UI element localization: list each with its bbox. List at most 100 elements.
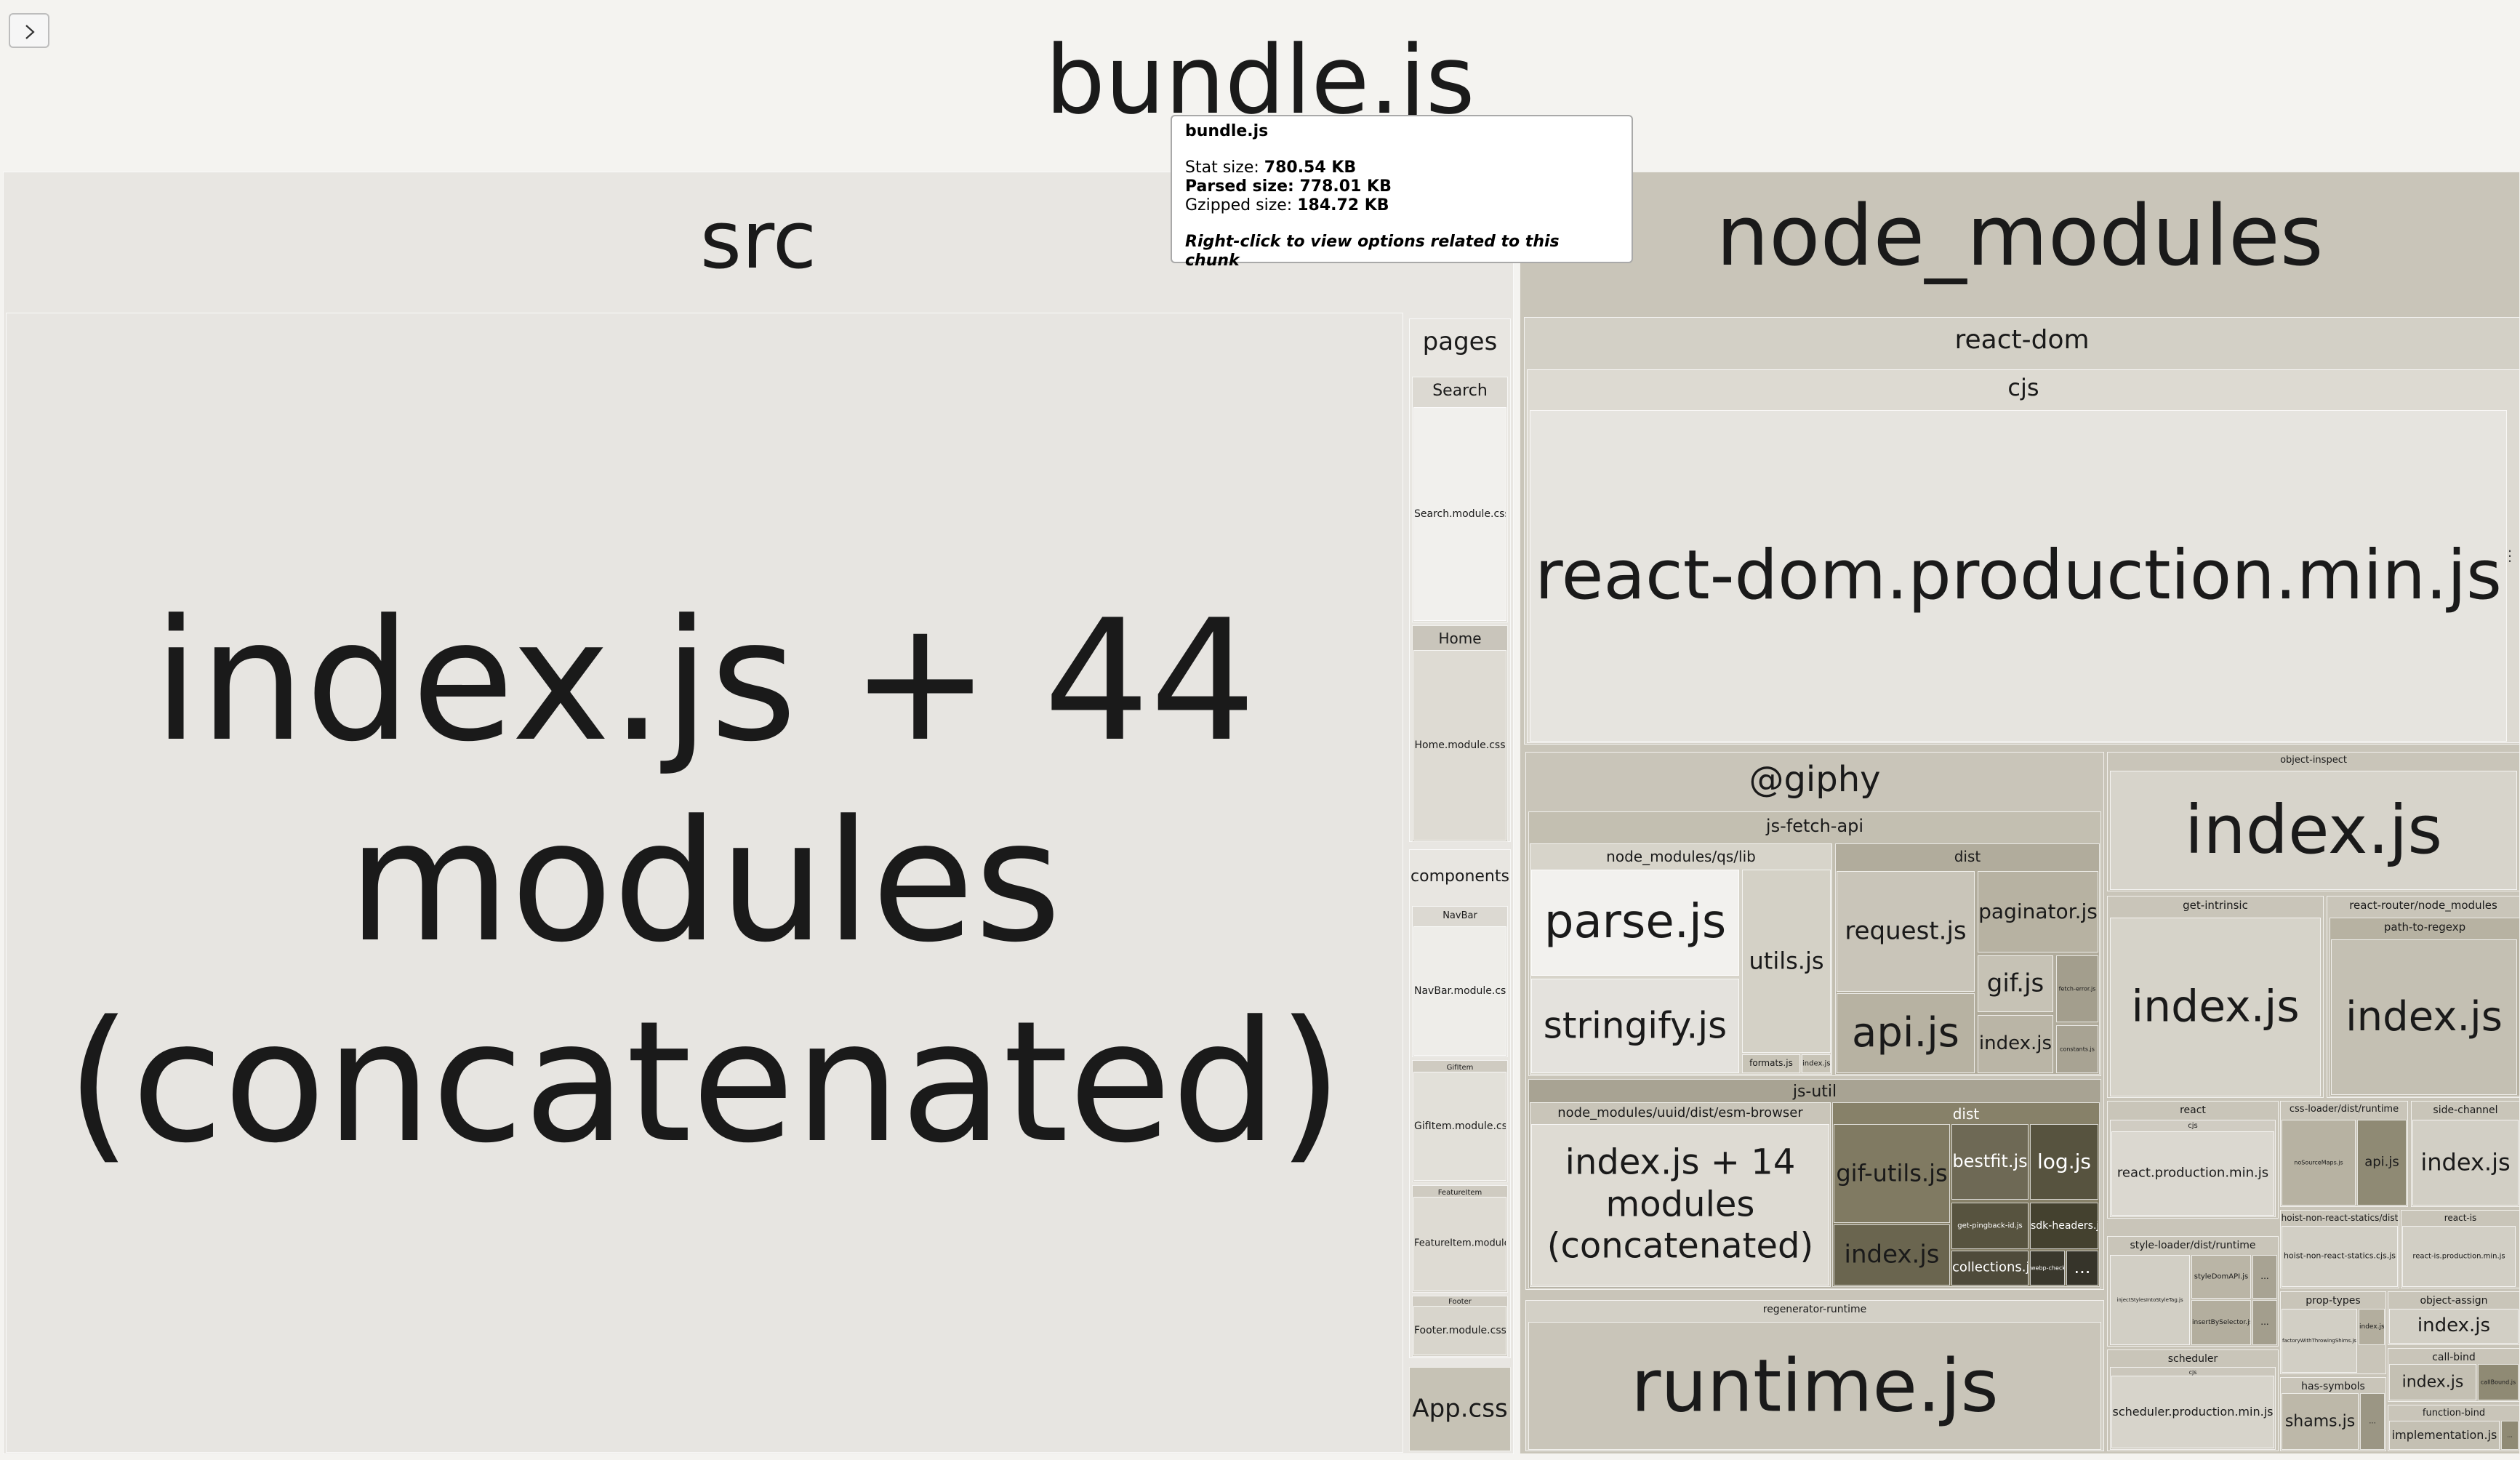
treemap-tile-label: implementation.js [2391,1427,2497,1442]
treemap-tile-dist1-index[interactable]: index.js [1978,1015,2053,1073]
treemap-tile-hnrs-file[interactable]: hoist-non-react-statics.cjs.js [2282,1226,2398,1287]
treemap-tile-label: react.production.min.js [2116,1165,2269,1181]
treemap-tile-featureitem-css[interactable]: FeatureItem.module.css [1413,1197,1506,1291]
treemap-tile-request[interactable]: request.js [1837,871,1975,992]
treemap-tile-no-source-maps[interactable]: noSourceMaps.js [2282,1120,2356,1206]
treemap-tile-label: formats.js [1749,1058,1793,1069]
treemap-tile-webp-check[interactable]: webp-check.js [2030,1251,2065,1285]
treemap-tile-stringify[interactable]: stringify.js [1531,979,1739,1073]
tooltip-hint: Right-click to view options related to t… [1185,233,1560,270]
treemap-tile-ptr-index[interactable]: index.js [2331,939,2517,1095]
treemap-tile-label: index.js [1802,1059,1831,1068]
treemap-tile-label: parse.js [1544,895,1727,950]
treemap-tile-label: ... [2260,1271,2269,1282]
treemap-tile-label: ... [2260,1317,2269,1328]
treemap-tile-label: GifItem [1446,1064,1474,1072]
treemap-tile-home-css[interactable]: Home.module.css [1413,650,1506,841]
sidebar-toggle-button[interactable] [9,13,49,48]
treemap-tile-sl-more2[interactable]: ... [2252,1300,2277,1345]
treemap-tile-label: node_modules/qs/lib [1606,848,1756,865]
treemap-tile-collections[interactable]: collections.js [1951,1251,2029,1285]
treemap-tile-footer-css[interactable]: Footer.module.css [1413,1306,1506,1355]
treemap-tile-label: hoist-non-react-statics/dist [2281,1213,2399,1223]
treemap-tile-callbound[interactable]: callBound.js [2478,1364,2519,1400]
treemap-tile-hs-more[interactable]: ... [2360,1393,2385,1450]
treemap-tile-runtime[interactable]: runtime.js [1528,1322,2101,1450]
treemap-tile-label: factoryWithThrowingShims.js [2282,1337,2356,1344]
treemap-tile-style-dom-api[interactable]: styleDomAPI.js [2191,1255,2251,1299]
treemap-tile-label: GifItem.module.css [1414,1120,1506,1132]
treemap-tile-react-is-prod[interactable]: react-is.production.min.js [2402,1226,2516,1287]
chunk-tooltip: bundle.js Stat size: 780.54 KB Parsed si… [1171,115,1633,270]
treemap-tile-pt-index[interactable]: index.js [2359,1309,2385,1345]
treemap-tile-search-css[interactable]: Search.module.css [1413,407,1506,621]
treemap-tile-navbar-css[interactable]: NavBar.module.css [1413,926,1506,1056]
treemap-tile-label: node_modules [1716,188,2324,285]
treemap-tile-label: noSourceMaps.js [2294,1159,2343,1166]
treemap-tile-sc-index[interactable]: index.js [2412,1120,2519,1206]
treemap-tile-constants[interactable]: constants.js [2056,1025,2098,1073]
treemap-tile-cb-index[interactable]: index.js [2389,1364,2476,1400]
treemap-tile-label: react-is.production.min.js [2412,1252,2505,1261]
treemap-tile-react-dom-prod[interactable]: react-dom.production.min.js [1530,410,2507,742]
treemap-tile-label: Home.module.css [1414,739,1506,751]
treemap-tile-insert-by-selector[interactable]: insertBySelector.js [2191,1300,2251,1345]
treemap-tile-label: styleDomAPI.js [2194,1272,2249,1281]
treemap-tile-gif[interactable]: gif.js [1978,955,2053,1012]
treemap-tile-qs-index[interactable]: index.js [1802,1054,1831,1073]
treemap-tile-label: pages [1422,327,1498,356]
treemap-tile-sl-more1[interactable]: ... [2252,1255,2277,1299]
treemap-tile-api[interactable]: api.js [1837,993,1975,1073]
treemap-tile-label: components [1411,867,1509,886]
treemap-tile-gifitem-css[interactable]: GifItem.module.css [1413,1072,1506,1181]
treemap-tile-label: index.js [2359,1323,2385,1331]
treemap-tile-label: has-symbols [2301,1381,2365,1392]
treemap-tile-label: index.js [1978,1032,2052,1055]
treemap-tile-gi-index[interactable]: index.js [2110,918,2321,1096]
treemap-tile-app-css[interactable]: App.css [1409,1367,1511,1451]
tooltip-chunk-name: bundle.js [1185,122,1269,140]
treemap-tile-sdk-headers[interactable]: sdk-headers.js [2030,1203,2098,1249]
treemap-tile-shams[interactable]: shams.js [2282,1393,2359,1450]
treemap-tile-label: runtime.js [1631,1343,1999,1429]
treemap-tile-label: index.js [2401,1373,2464,1392]
treemap-tile-utils[interactable]: utils.js [1742,870,1831,1053]
treemap-tile-oa-index[interactable]: index.js [2389,1309,2519,1344]
treemap-tile-fpt[interactable]: factoryWithThrowingShims.js [2282,1309,2357,1373]
treemap-tile-formats[interactable]: formats.js [1742,1054,1800,1073]
treemap-tile-label: stringify.js [1543,1004,1728,1047]
treemap-tile-parse[interactable]: parse.js [1531,870,1739,976]
treemap-tile-bestfit[interactable]: bestfit.js [1951,1124,2029,1200]
treemap-tile-react-prod[interactable]: react.production.min.js [2111,1131,2274,1216]
treemap-tile-fb-more[interactable]: ... [2501,1421,2519,1450]
treemap-tile-label: ... [2074,1257,2091,1278]
treemap-tile-label: style-loader/dist/runtime [2130,1240,2256,1251]
treemap-tile-label: bestfit.js [1952,1151,2028,1172]
treemap-tile-inject-styles[interactable]: injectStylesIntoStyleTag.js [2110,1255,2190,1345]
treemap-tile-label: collections.js [1952,1259,2029,1275]
treemap-tile-label: log.js [2037,1149,2091,1174]
tooltip-parsed-size: 778.01 KB [1299,177,1392,196]
treemap-tile-label: node_modules/uuid/dist/esm-browser [1557,1105,1803,1120]
treemap-tile-oi-index[interactable]: index.js [2110,771,2517,890]
treemap-tile-label: insertBySelector.js [2192,1318,2251,1326]
treemap-tile-uuid-index[interactable]: index.js + 14 modules (concatenated) [1531,1124,1829,1285]
treemap-tile-label: react-router/node_modules [2349,899,2497,912]
treemap-tile-dist2-index[interactable]: index.js [1834,1224,1950,1285]
treemap-tile-label: react-dom [1954,325,2090,355]
treemap-tile-fetch-error[interactable]: fetch-error.js [2056,955,2098,1022]
treemap-tile-paginator[interactable]: paginator.js [1978,871,2098,952]
treemap-tile-label: scheduler [2167,1353,2218,1365]
treemap-tile-css-api[interactable]: api.js [2357,1120,2407,1206]
treemap-tile-label: NavBar.module.css [1414,984,1506,997]
treemap-tile-sched-prod[interactable]: scheduler.production.min.js [2111,1376,2274,1448]
treemap-tile-log[interactable]: log.js [2030,1124,2098,1200]
treemap-tile-pingback[interactable]: get-pingback-id.js [1951,1203,2029,1249]
treemap-tile-label: regenerator-runtime [1762,1304,1867,1315]
treemap-tile-src-index[interactable]: index.js + 44 modules (concatenated) [6,313,1403,1453]
treemap-tile-label: path-to-regexp [2383,920,2466,934]
treemap-tile-fb-impl[interactable]: implementation.js [2389,1421,2500,1450]
treemap-tile-gif-utils[interactable]: gif-utils.js [1834,1124,1950,1223]
treemap-tile-dist2-more[interactable]: ... [2066,1251,2098,1285]
treemap-tile-label: paginator.js [1978,899,2098,923]
